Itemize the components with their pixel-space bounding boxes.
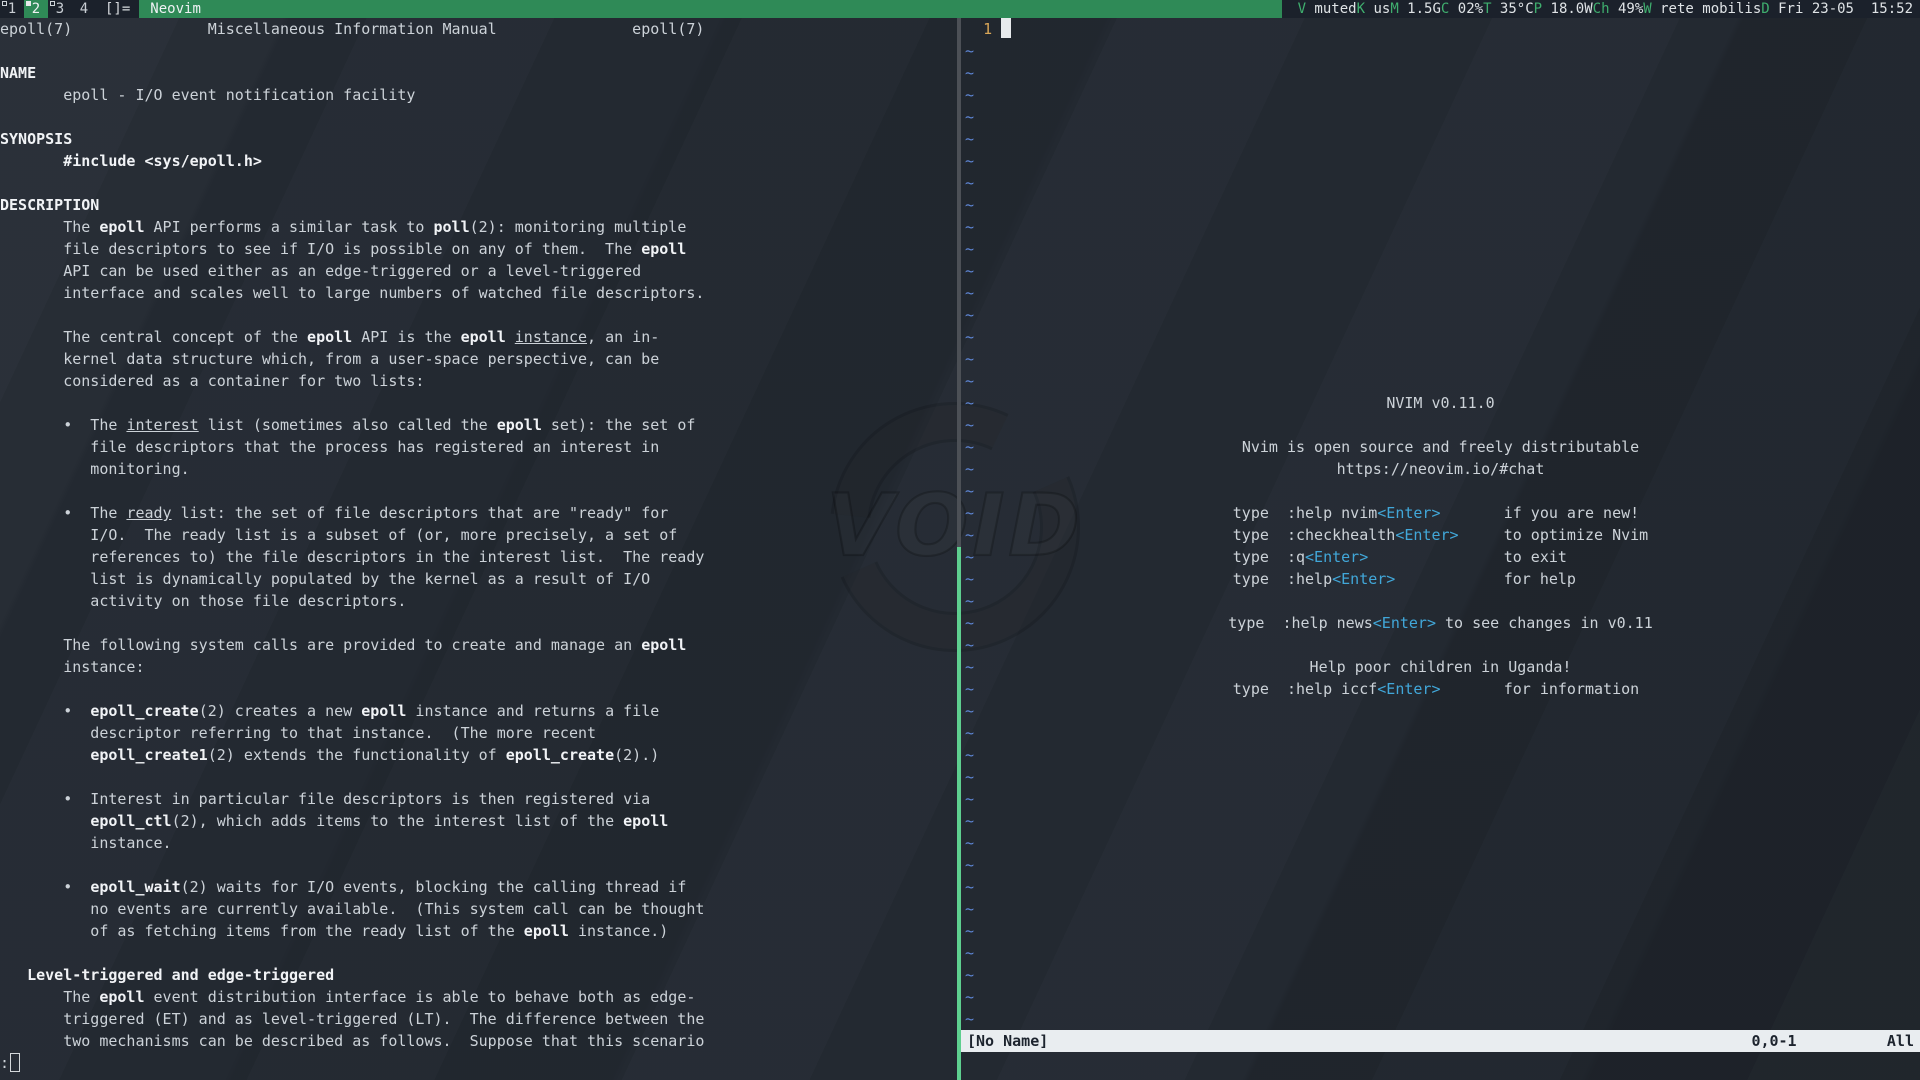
workspace-tag-4[interactable]: 4 <box>72 0 96 18</box>
layout-symbol[interactable]: []= <box>96 0 139 18</box>
tag-client-indicator <box>2 1 7 6</box>
system-status-text: V muted K us M 1.5G C 02% T 35°C P 18.0W… <box>1282 0 1920 18</box>
workspace-tag-3[interactable]: 3 <box>48 0 72 18</box>
ruler: 0,0-1 All <box>1751 1030 1914 1052</box>
terminal-cursor-hollow <box>10 1053 20 1072</box>
focused-window-title: Neovim <box>139 0 1281 18</box>
tag-client-indicator <box>26 1 31 6</box>
workspace-tags: 1234 <box>0 0 96 18</box>
line-number: 1 <box>965 20 1001 38</box>
terminal-man-page[interactable]: epoll(7) Miscellaneous Information Manua… <box>0 18 957 1080</box>
neovim-window[interactable]: 1 ~~~~~~~~~~~~~~~~~~~~~~~~~~~~~~~~~~~~~~… <box>961 18 1920 1080</box>
workspace-tag-1[interactable]: 1 <box>0 0 24 18</box>
nvim-line-1[interactable]: 1 <box>965 18 1011 40</box>
desktop: VOID 1234 []= Neovim V muted K us M 1.5G… <box>0 0 1920 1080</box>
tag-client-indicator <box>50 1 55 6</box>
nvim-cursor <box>1001 18 1011 38</box>
pager-prompt[interactable]: : <box>0 1052 957 1074</box>
workspace-tag-2[interactable]: 2 <box>24 0 48 18</box>
buffer-name: [No Name] <box>967 1030 1048 1052</box>
top-status-bar: 1234 []= Neovim V muted K us M 1.5G C 02… <box>0 0 1920 18</box>
nvim-statusline: [No Name] 0,0-1 All <box>961 1030 1920 1052</box>
